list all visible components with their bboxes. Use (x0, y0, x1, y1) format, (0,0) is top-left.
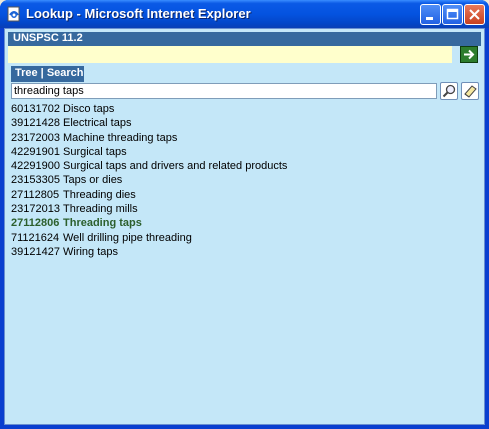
result-code: 60131702 (11, 103, 60, 115)
result-row[interactable]: 42291901 Surgical taps (11, 145, 471, 159)
result-label: Threading mills (63, 203, 138, 216)
result-label: Wiring taps (63, 245, 119, 258)
search-input[interactable] (11, 83, 437, 99)
result-code: 23172003 (11, 131, 60, 144)
minimize-button[interactable] (420, 4, 441, 25)
close-icon (469, 9, 480, 20)
eraser-icon (464, 85, 477, 98)
tree-search-tabs[interactable]: Tree | Search (11, 66, 84, 82)
header-title: UNSPSC 11.2 (13, 32, 83, 44)
result-row[interactable]: 39121427 Wiring taps (11, 245, 471, 259)
magnifier-icon (442, 84, 456, 98)
result-code: 39121427 (11, 245, 60, 258)
result-label: Well drilling pipe threading (63, 231, 192, 244)
result-row[interactable]: 23172013 Threading mills (11, 202, 471, 216)
lookup-window: Lookup - Microsoft Internet Explorer UNS… (0, 0, 489, 429)
clear-button[interactable] (461, 82, 479, 100)
result-code: 71121624 (11, 231, 60, 244)
ie-page-icon (7, 6, 20, 22)
result-label: Taps or dies (63, 174, 123, 187)
classification-header: UNSPSC 11.2 (8, 32, 481, 46)
result-label: Surgical taps and drivers and related pr… (63, 160, 288, 173)
selection-bar (8, 46, 452, 63)
results-list: 60131702 Disco taps 39121428 Electrical tap… (11, 102, 471, 259)
result-row[interactable]: 42291900 Surgical taps and drivers and re… (11, 159, 471, 173)
tabs-label: Tree | Search (15, 67, 84, 79)
maximize-icon (446, 8, 459, 20)
window-title: Lookup - Microsoft Internet Explorer (26, 6, 251, 21)
result-row[interactable]: 23172003 Machine threading taps (11, 131, 471, 145)
result-code: 23172013 (11, 203, 60, 216)
go-button[interactable] (460, 46, 478, 63)
result-row[interactable]: 27112806 Threading taps (11, 216, 471, 230)
result-label: Threading dies (63, 188, 136, 201)
result-code: 27112806 (11, 217, 60, 230)
content-area: UNSPSC 11.2 Tree | Search 60131702D (4, 28, 485, 425)
minimize-icon (426, 17, 433, 20)
maximize-button[interactable] (442, 4, 463, 25)
result-code: 39121428 (11, 117, 60, 130)
result-row[interactable]: 39121428 Electrical taps (11, 116, 471, 130)
close-button[interactable] (464, 4, 485, 25)
result-label: Disco taps (63, 103, 115, 115)
result-code: 27112805 (11, 188, 60, 201)
search-button[interactable] (440, 82, 458, 100)
result-row[interactable]: 23153305 Taps or dies (11, 173, 471, 187)
result-row[interactable]: 27112805 Threading dies (11, 188, 471, 202)
result-code: 42291901 (11, 145, 60, 158)
result-label: Machine threading taps (63, 131, 178, 144)
result-row[interactable]: 60131702 Disco taps (11, 102, 471, 116)
result-label: Electrical taps (63, 117, 132, 130)
result-label: Threading taps (63, 217, 142, 230)
result-label: Surgical taps (63, 145, 127, 158)
result-code: 23153305 (11, 174, 60, 187)
result-code: 42291900 (11, 160, 60, 173)
arrow-right-icon (464, 49, 475, 60)
result-row[interactable]: 71121624 Well drilling pipe threading (11, 231, 471, 245)
title-bar[interactable]: Lookup - Microsoft Internet Explorer (0, 0, 489, 28)
